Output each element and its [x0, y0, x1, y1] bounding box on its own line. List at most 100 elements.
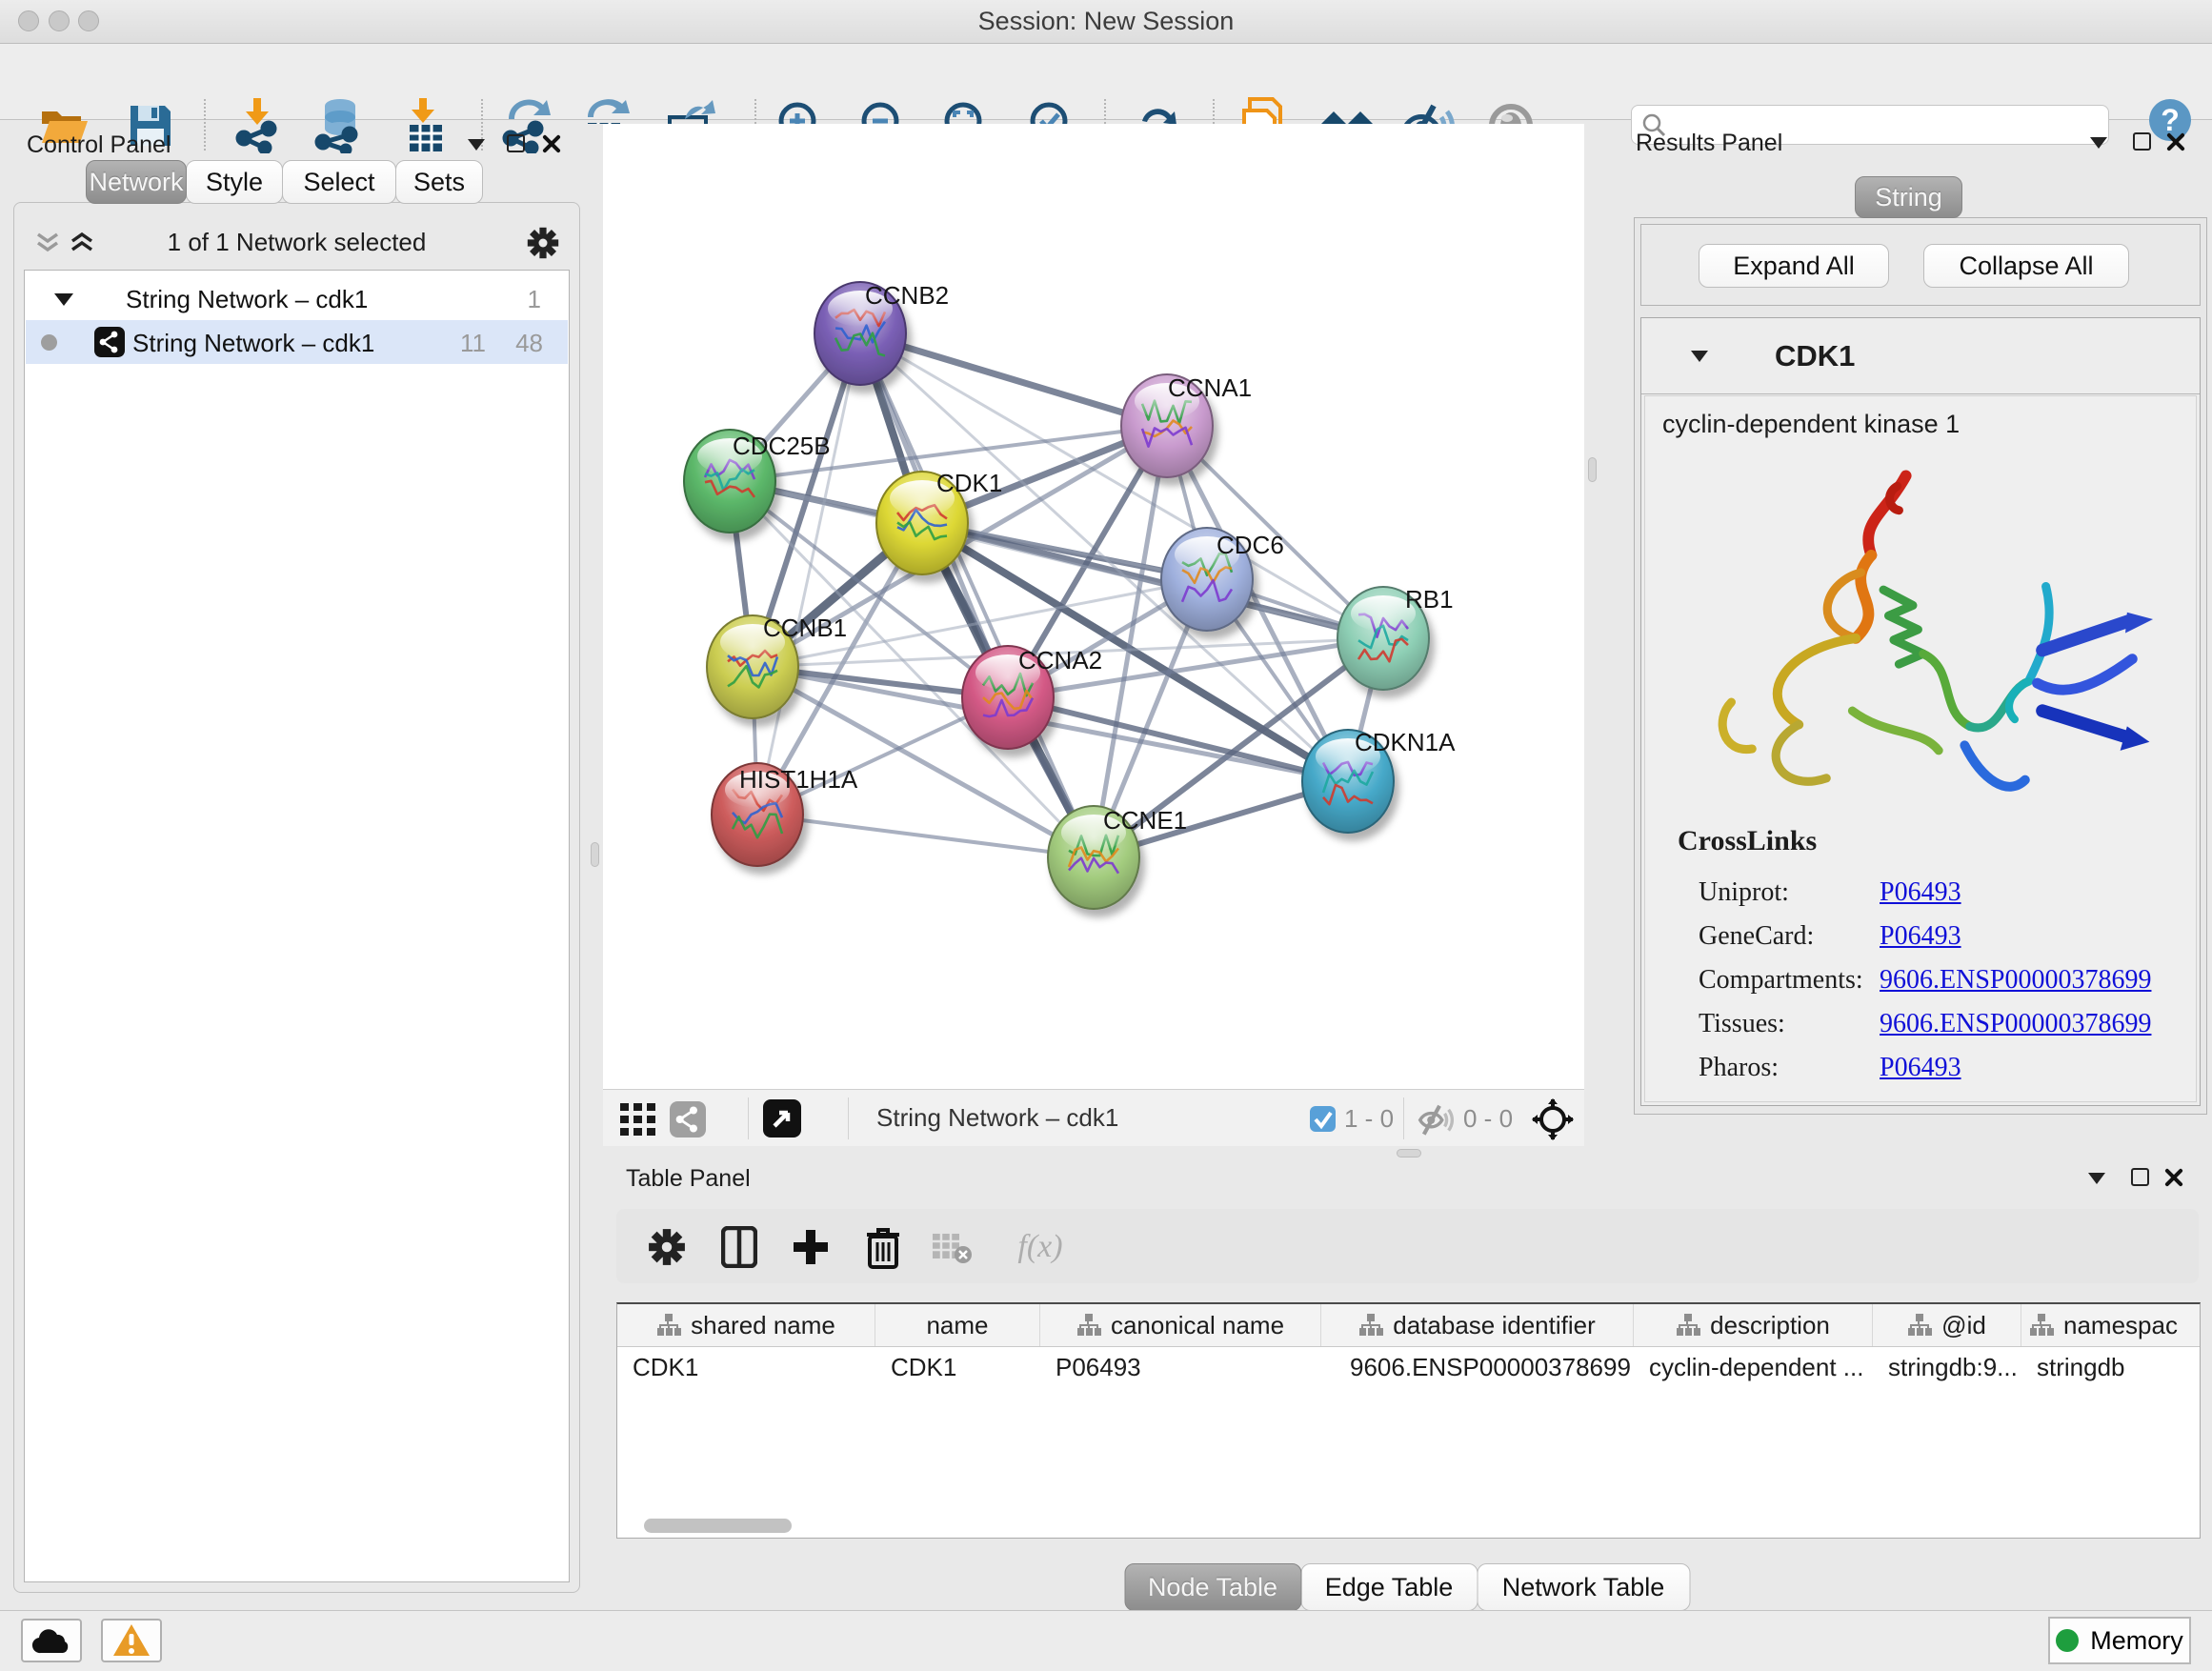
tab-node-table[interactable]: Node Table [1124, 1563, 1301, 1611]
crosslink-row: GeneCard: P06493 [1678, 915, 2151, 958]
external-view-icon[interactable] [763, 1099, 801, 1137]
memory-label: Memory [2090, 1626, 2183, 1656]
crosslink-label: GeneCard: [1678, 921, 1880, 952]
zoom-window-button[interactable] [78, 10, 99, 31]
tab-style[interactable]: Style [186, 160, 283, 204]
crosslinks-title: CrossLinks [1678, 825, 2151, 857]
network-edge-count: 48 [515, 329, 543, 358]
delete-column-button[interactable] [861, 1225, 905, 1269]
selected-counter: 1 - 0 [1344, 1104, 1394, 1134]
add-column-button[interactable] [789, 1225, 833, 1269]
edge-CCNB2-CCNA1[interactable] [860, 333, 1167, 426]
delete-table-button[interactable] [930, 1225, 974, 1269]
entry-collapse-caret-icon[interactable] [1691, 351, 1708, 362]
network-canvas[interactable]: CCNB2CCNA1CDC25BCDK1CDC6RB1CCNB1CCNA2CDK… [603, 124, 1584, 1089]
protein-structure-image [1655, 452, 2188, 823]
left-splitter-handle[interactable] [591, 842, 599, 867]
network-options-gear-icon[interactable] [526, 226, 560, 260]
node-label-HIST1H1A: HIST1H1A [739, 765, 858, 794]
left-splitter[interactable] [588, 124, 603, 1603]
attribute-icon [1076, 1313, 1101, 1338]
column-header-canonical-name[interactable]: canonical name [1040, 1304, 1321, 1346]
edge-HIST1H1A-CCNE1[interactable] [757, 815, 1094, 857]
function-builder-button[interactable]: f(x) [1002, 1225, 1078, 1269]
hidden-eye-slash-icon[interactable] [1417, 1103, 1455, 1136]
close-window-button[interactable] [18, 10, 39, 31]
crosslink-link[interactable]: 9606.ENSP00000378699 [1880, 965, 2151, 996]
crosslink-row: Compartments: 9606.ENSP00000378699 [1678, 958, 2151, 1002]
float-panel-button[interactable] [2131, 1168, 2149, 1186]
tab-string[interactable]: String [1855, 176, 1962, 218]
table-type-tabs: Node Table Edge Table Network Table [1125, 1563, 1690, 1611]
title-bar: Session: New Session [0, 0, 2212, 44]
cell-name[interactable]: CDK1 [875, 1347, 1040, 1387]
right-splitter[interactable] [1584, 124, 1601, 1158]
share-view-icon[interactable] [670, 1101, 706, 1137]
collection-expand-caret-icon[interactable] [54, 293, 73, 306]
attribute-icon [656, 1313, 681, 1338]
memory-button[interactable]: Memory [2048, 1617, 2191, 1664]
show-columns-button[interactable] [717, 1225, 761, 1269]
crosslink-link[interactable]: P06493 [1880, 921, 1961, 952]
cell-canonical-name[interactable]: P06493 [1040, 1347, 1321, 1387]
selected-nodes-checkbox-icon[interactable] [1310, 1106, 1336, 1132]
close-panel-button[interactable] [2162, 1167, 2183, 1188]
column-header-description[interactable]: description [1634, 1304, 1873, 1346]
edge-CCNB2-HIST1H1A[interactable] [757, 333, 860, 815]
cell-id[interactable]: stringdb:9... [1873, 1347, 2021, 1387]
float-panel-button[interactable] [507, 134, 525, 152]
trash-icon [865, 1225, 901, 1269]
collapse-all-button[interactable]: Collapse All [1923, 244, 2129, 288]
node-label-CCNB2: CCNB2 [865, 281, 949, 310]
crosslink-label: Tissues: [1678, 1009, 1880, 1039]
node-label-CCNB1: CCNB1 [763, 614, 847, 642]
close-panel-button[interactable] [2164, 131, 2185, 152]
crosslink-row: Uniprot: P06493 [1678, 871, 2151, 915]
column-header-id[interactable]: @id [1873, 1304, 2021, 1346]
column-header-shared-name[interactable]: shared name [617, 1304, 875, 1346]
network-list: String Network – cdk1 1 String Network –… [24, 270, 570, 1582]
cell-database-identifier[interactable]: 9606.ENSP00000378699 [1321, 1347, 1634, 1387]
column-header-database-identifier[interactable]: database identifier [1321, 1304, 1634, 1346]
tab-network[interactable]: Network [86, 160, 187, 204]
right-splitter-handle[interactable] [1588, 457, 1597, 482]
tab-select[interactable]: Select [282, 160, 396, 204]
protein-description: cyclin-dependent kinase 1 [1662, 410, 1960, 439]
column-header-namespace[interactable]: namespac [2021, 1304, 2200, 1346]
expand-all-button[interactable]: Expand All [1699, 244, 1889, 288]
minimize-window-button[interactable] [49, 10, 70, 31]
bottom-splitter-handle[interactable] [1397, 1149, 1421, 1158]
column-header-name[interactable]: name [875, 1304, 1040, 1346]
view-toolbar-divider [848, 1097, 849, 1139]
protein-entry-header[interactable]: CDK1 [1641, 318, 2200, 394]
cloud-status-button[interactable] [21, 1619, 82, 1662]
tab-network-table[interactable]: Network Table [1477, 1563, 1690, 1611]
float-panel-button[interactable] [2133, 132, 2151, 151]
plus-icon [791, 1227, 831, 1267]
birdseye-crosshair-icon[interactable] [1532, 1098, 1574, 1140]
table-panel: Table Panel [603, 1159, 2212, 1603]
control-panel-tabs: Network Style Select Sets [87, 160, 483, 204]
edge-CCNB2-CCNE1[interactable] [860, 333, 1094, 857]
crosslink-link[interactable]: P06493 [1880, 1053, 1961, 1083]
network-collection-row[interactable]: String Network – cdk1 1 [26, 276, 568, 320]
tab-edge-table[interactable]: Edge Table [1300, 1563, 1478, 1611]
crosslink-link[interactable]: P06493 [1880, 877, 1961, 908]
close-panel-button[interactable] [540, 133, 561, 154]
network-graph[interactable]: CCNB2CCNA1CDC25BCDK1CDC6RB1CCNB1CCNA2CDK… [603, 124, 1584, 1089]
network-row-selected[interactable]: String Network – cdk1 11 48 [26, 320, 568, 364]
table-row[interactable]: CDK1 CDK1 P06493 9606.ENSP00000378699 cy… [617, 1347, 2200, 1387]
horizontal-scrollbar-thumb[interactable] [644, 1519, 792, 1533]
cell-shared-name[interactable]: CDK1 [617, 1347, 875, 1387]
panel-menu-caret-icon[interactable] [468, 139, 485, 151]
cell-description[interactable]: cyclin-dependent ... [1634, 1347, 1873, 1387]
table-options-button[interactable] [645, 1225, 689, 1269]
tab-sets[interactable]: Sets [395, 160, 483, 204]
panel-menu-caret-icon[interactable] [2090, 137, 2107, 149]
cell-namespace[interactable]: stringdb [2021, 1347, 2200, 1387]
birdseye-grid-icon[interactable] [620, 1103, 656, 1136]
warnings-button[interactable] [101, 1619, 162, 1662]
crosslink-link[interactable]: 9606.ENSP00000378699 [1880, 1009, 2151, 1039]
node-label-CDC25B: CDC25B [733, 432, 831, 460]
panel-menu-caret-icon[interactable] [2088, 1173, 2105, 1184]
